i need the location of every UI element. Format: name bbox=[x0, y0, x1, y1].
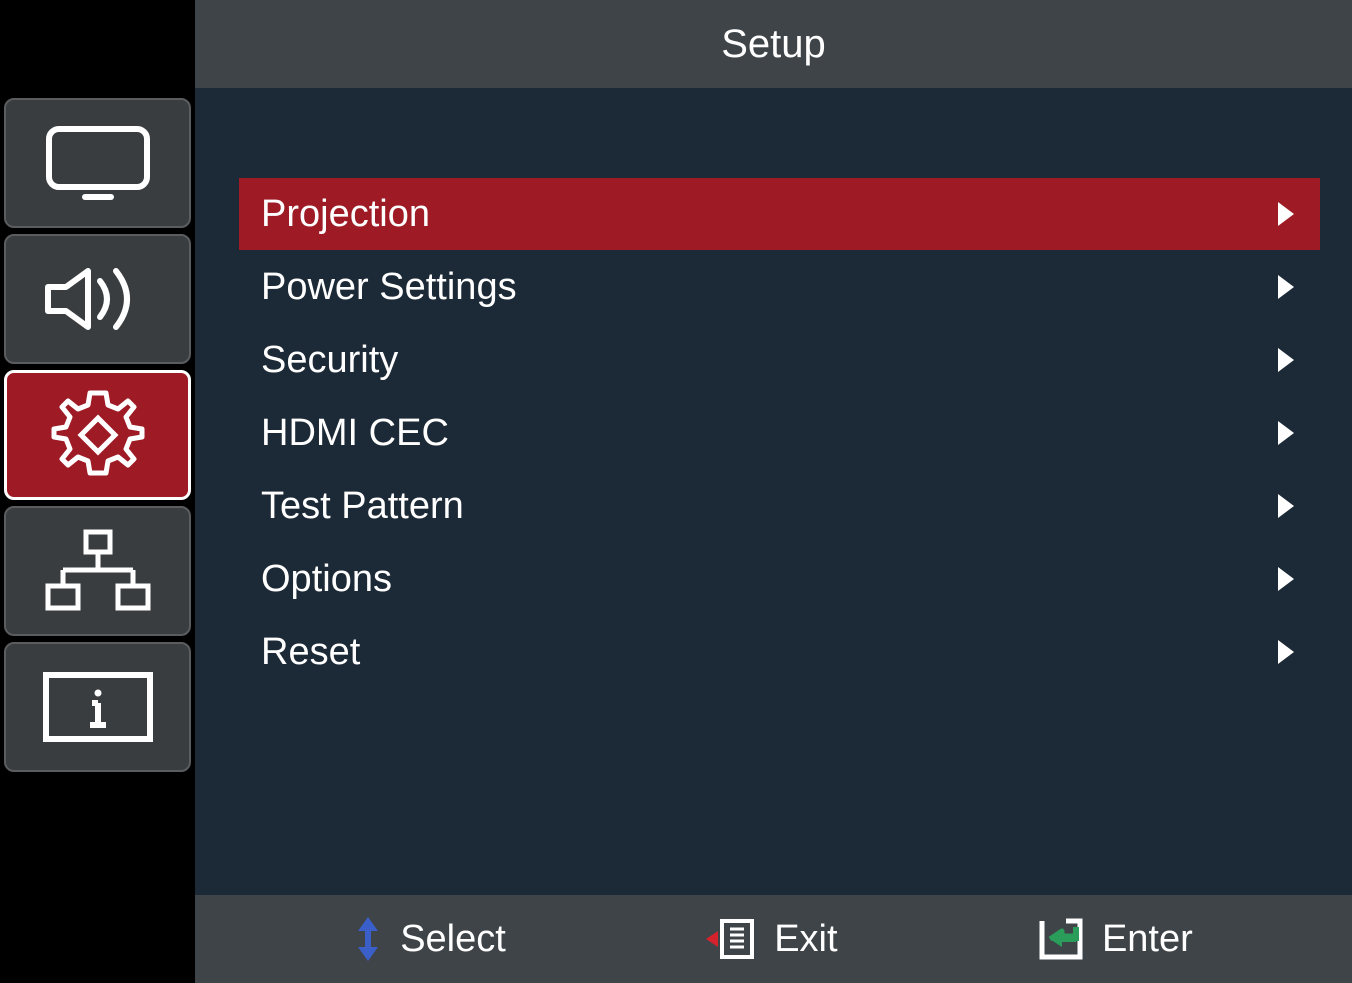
sidebar-item-display[interactable] bbox=[4, 98, 191, 228]
menu-item-projection[interactable]: Projection bbox=[239, 178, 1320, 250]
chevron-right-icon bbox=[1278, 202, 1294, 226]
menu-item-label: HDMI CEC bbox=[261, 412, 449, 455]
menu-item-label: Projection bbox=[261, 193, 430, 236]
menu-item-options[interactable]: Options bbox=[239, 543, 1320, 615]
enter-icon bbox=[1036, 917, 1084, 961]
menu-item-label: Reset bbox=[261, 631, 360, 674]
menu-item-power-settings[interactable]: Power Settings bbox=[239, 251, 1320, 323]
chevron-right-icon bbox=[1278, 421, 1294, 445]
speaker-icon bbox=[38, 259, 158, 339]
chevron-right-icon bbox=[1278, 640, 1294, 664]
info-icon bbox=[38, 667, 158, 747]
osd-container: Setup Projection Power Settings Security… bbox=[0, 0, 1352, 983]
footer-label: Exit bbox=[774, 918, 837, 961]
header-bar: Setup bbox=[195, 0, 1352, 88]
menu-item-reset[interactable]: Reset bbox=[239, 616, 1320, 688]
chevron-right-icon bbox=[1278, 348, 1294, 372]
footer-label: Enter bbox=[1102, 918, 1193, 961]
menu-item-test-pattern[interactable]: Test Pattern bbox=[239, 470, 1320, 542]
footer-bar: Select Exit bbox=[195, 895, 1352, 983]
footer-exit-hint: Exit bbox=[704, 917, 837, 961]
exit-icon bbox=[704, 917, 756, 961]
sidebar-item-setup[interactable] bbox=[4, 370, 191, 500]
sidebar bbox=[0, 0, 195, 983]
chevron-right-icon bbox=[1278, 494, 1294, 518]
sidebar-item-info[interactable] bbox=[4, 642, 191, 772]
main-panel: Setup Projection Power Settings Security… bbox=[195, 0, 1352, 983]
monitor-icon bbox=[43, 123, 153, 203]
sidebar-item-network[interactable] bbox=[4, 506, 191, 636]
menu-item-label: Power Settings bbox=[261, 266, 517, 309]
chevron-right-icon bbox=[1278, 275, 1294, 299]
gear-icon bbox=[48, 385, 148, 485]
menu-item-hdmi-cec[interactable]: HDMI CEC bbox=[239, 397, 1320, 469]
menu-item-label: Test Pattern bbox=[261, 485, 464, 528]
menu-item-label: Options bbox=[261, 558, 392, 601]
page-title: Setup bbox=[721, 22, 826, 67]
menu-item-security[interactable]: Security bbox=[239, 324, 1320, 396]
chevron-right-icon bbox=[1278, 567, 1294, 591]
updown-arrow-icon bbox=[354, 915, 382, 963]
footer-select-hint: Select bbox=[354, 915, 506, 963]
menu-item-label: Security bbox=[261, 339, 398, 382]
footer-enter-hint: Enter bbox=[1036, 917, 1193, 961]
network-icon bbox=[38, 526, 158, 616]
footer-label: Select bbox=[400, 918, 506, 961]
sidebar-item-audio[interactable] bbox=[4, 234, 191, 364]
menu-content: Projection Power Settings Security HDMI … bbox=[195, 88, 1352, 895]
